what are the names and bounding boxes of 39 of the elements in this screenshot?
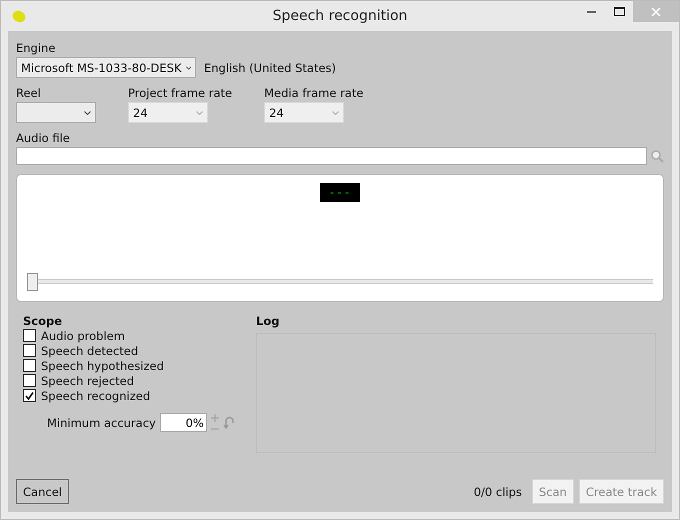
field-label: Engine [16,41,56,55]
accuracy-field[interactable]: 0% [160,413,207,432]
checkbox-label: Speech recognized [41,388,150,402]
engine-dropdown[interactable]: Microsoft MS-1033-80-DESK [16,57,196,78]
cancel-button[interactable]: Cancel [16,479,69,504]
close-icon [651,8,661,16]
caret-icon [84,110,91,114]
reset-icon[interactable] [222,416,234,429]
checkbox[interactable] [23,344,36,357]
language-label: English (United States) [204,60,336,74]
clip-count: 0/0 clips [474,484,522,498]
field-label: Media frame rate [264,86,364,100]
maximize-icon [614,7,624,16]
search-icon[interactable] [651,150,664,162]
checkbox[interactable] [23,359,36,372]
timecode-display: --- [320,183,360,202]
field-label: Minimum accuracy [47,416,156,430]
minimize-icon [586,10,596,12]
checkbox-label: Audio problem [41,328,125,342]
window-title: Speech recognition [272,8,408,24]
log-heading: Log [256,314,280,328]
checkbox[interactable] [23,329,36,342]
field-label: Project frame rate [128,86,232,100]
plus-minus-icon[interactable] [210,414,219,431]
field-label: Reel [16,86,42,100]
checkbox[interactable] [23,374,36,387]
checkbox-label: Speech detected [41,344,138,358]
field-label: Audio file [16,131,71,145]
audio-file-field[interactable] [16,147,647,165]
checkbox-label: Speech hypothesized [41,358,164,372]
caret-icon [196,110,203,114]
slider-thumb[interactable] [27,273,38,291]
caret-icon [186,66,191,70]
checkbox-label: Speech rejected [41,374,134,388]
caret-icon [332,110,340,114]
lemon-logo-icon [12,10,26,22]
dropdown[interactable] [16,102,96,123]
checkbox[interactable] [23,389,36,402]
scope-heading: Scope [23,314,64,328]
